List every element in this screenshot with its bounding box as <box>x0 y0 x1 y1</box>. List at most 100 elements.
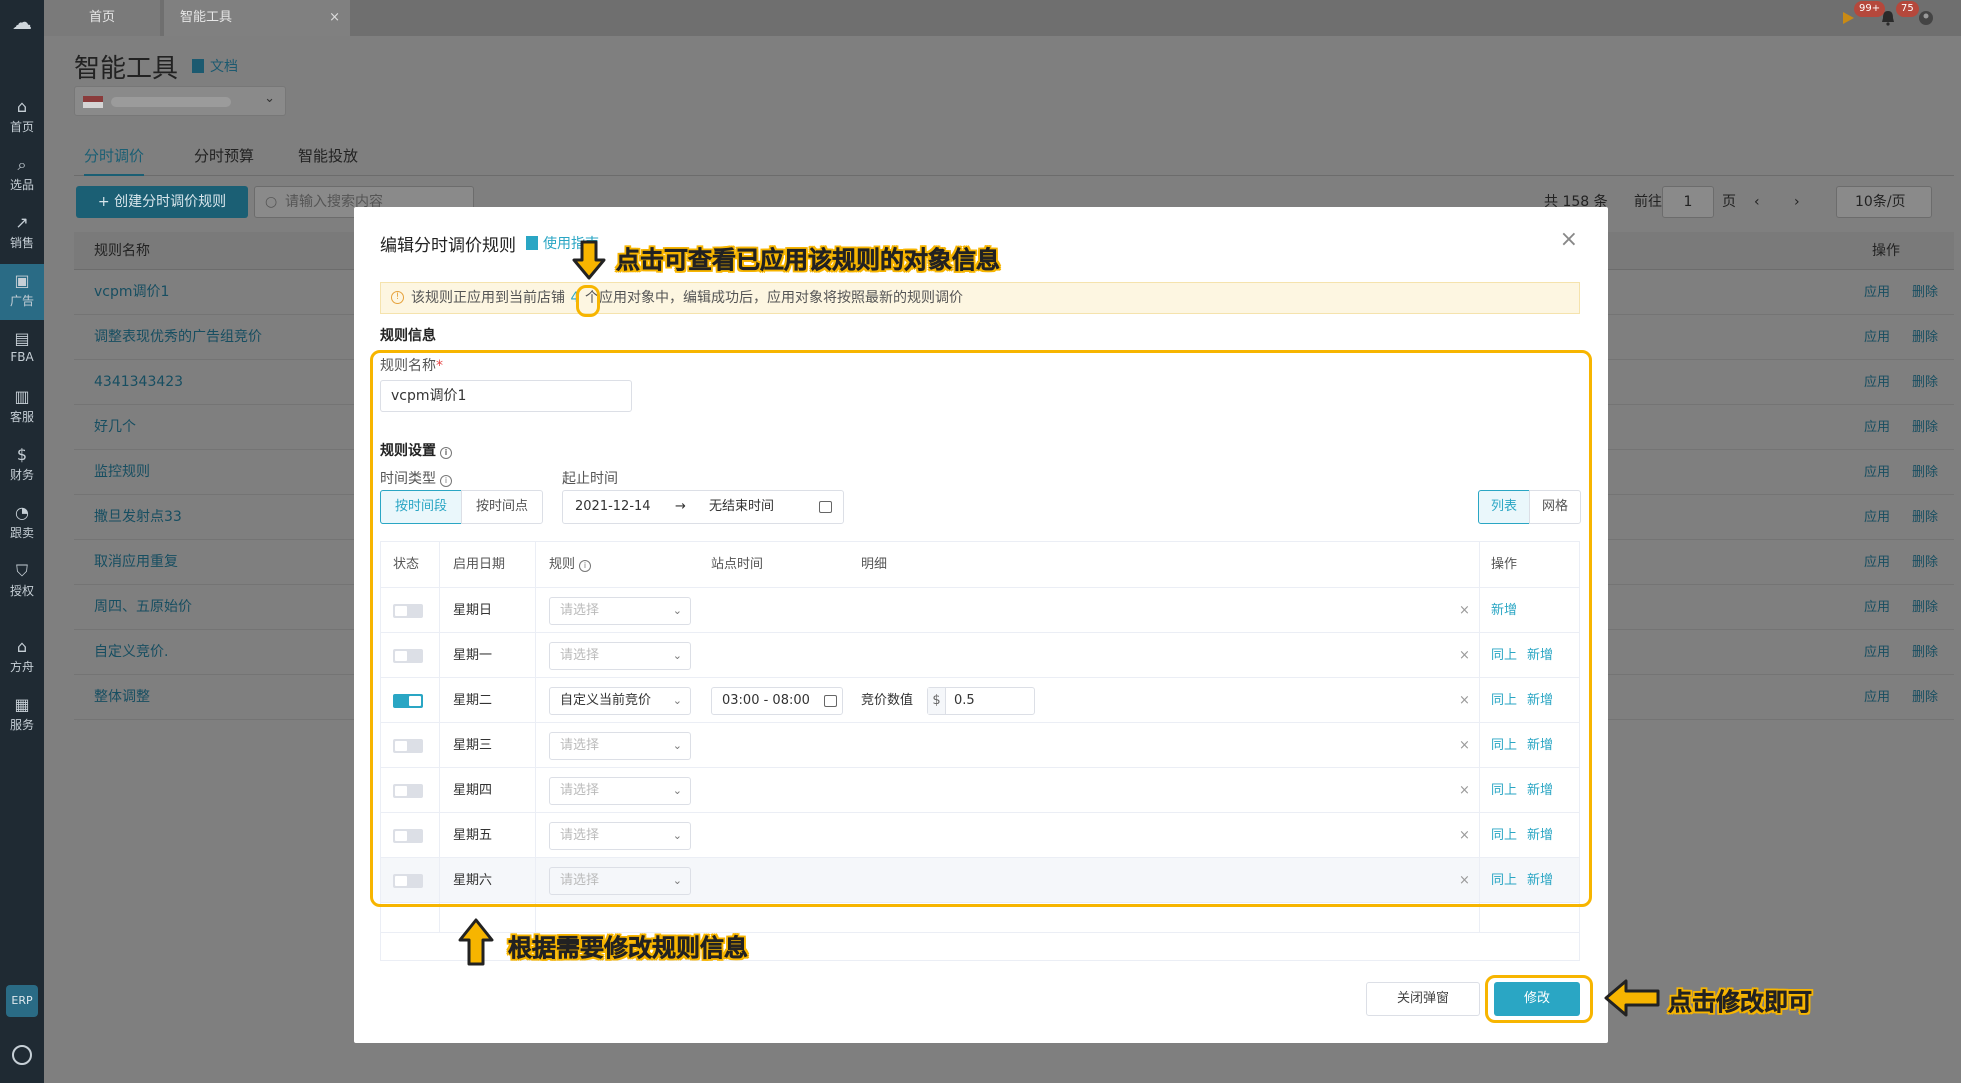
delete-link[interactable]: 删除 <box>1912 585 1938 630</box>
sidebar-item-3[interactable]: ▣ 广告 <box>0 264 44 320</box>
close-icon[interactable]: × <box>1560 229 1578 251</box>
sidebar-item-label: 跟卖 <box>9 526 34 540</box>
tab-smart-delivery[interactable]: 智能投放 <box>298 136 358 176</box>
book-icon <box>192 59 204 73</box>
sidebar-item-7[interactable]: ◔ 跟卖 <box>0 496 44 552</box>
rule-name-link[interactable]: 调整表现优秀的广告组竞价 <box>94 315 262 360</box>
delete-link[interactable]: 删除 <box>1912 495 1938 540</box>
sidebar-item-label: 服务 <box>9 718 34 732</box>
delete-link[interactable]: 删除 <box>1912 675 1938 720</box>
col-rule-name: 规则名称 <box>94 243 150 259</box>
sidebar-item-label: 选品 <box>9 178 34 192</box>
notice-text-before: 该规则正应用到当前店铺 <box>411 290 565 306</box>
arrow-left-icon <box>1604 979 1660 1017</box>
pager-size-select[interactable]: 10条/页 <box>1836 186 1932 218</box>
modify-highlight-box <box>1485 975 1593 1023</box>
sidebar-item-label: 授权 <box>9 584 34 598</box>
sidebar-item-label: 销售 <box>9 236 34 250</box>
ad-icon: ▣ <box>14 271 30 290</box>
rule-name-link[interactable]: 取消应用重复 <box>94 540 178 585</box>
annotation-right: 点击修改即可 <box>1668 988 1813 1017</box>
apply-notice: ! 该规则正应用到当前店铺 4 个应用对象中，编辑成功后，应用对象将按照最新的规则调… <box>380 282 1580 314</box>
store-name-blurred <box>111 97 231 107</box>
sidebar-item-6[interactable]: $ 财务 <box>0 438 44 494</box>
sidebar-item-label: FBA <box>10 350 34 364</box>
pager-next-icon[interactable]: › <box>1794 186 1800 218</box>
pager-page-input[interactable]: 1 <box>1662 186 1714 218</box>
rule-name-link[interactable]: vcpm调价1 <box>94 270 169 315</box>
delete-link[interactable]: 删除 <box>1912 540 1938 585</box>
sidebar-item-10[interactable]: ▦ 服务 <box>0 688 44 744</box>
sidebar-item-label: 广告 <box>9 294 34 308</box>
bell-icon[interactable] <box>1880 10 1896 26</box>
tab-smart-tools-label: 智能工具 <box>180 10 233 25</box>
rule-name-link[interactable]: 4341343423 <box>94 360 183 405</box>
doc-link[interactable]: 文档 <box>192 56 238 76</box>
rule-name-link[interactable]: 整体调整 <box>94 675 150 720</box>
rule-name-link[interactable]: 周四、五原始价 <box>94 585 192 630</box>
apply-link[interactable]: 应用 <box>1864 540 1890 585</box>
delete-link[interactable]: 删除 <box>1912 360 1938 405</box>
sidebar-item-2[interactable]: ↗ 销售 <box>0 206 44 262</box>
pager-goto-label: 前往 <box>1634 194 1662 210</box>
tab-time-budget[interactable]: 分时预算 <box>194 136 254 176</box>
rule-info-highlight-box <box>370 350 1592 907</box>
sidebar-item-5[interactable]: ▥ 客服 <box>0 380 44 436</box>
create-rule-button[interactable]: + 创建分时调价规则 <box>76 186 248 218</box>
tab-smart-tools[interactable]: 智能工具 × <box>164 0 350 36</box>
app-logo-icon[interactable]: ☁ <box>8 8 36 36</box>
box-icon: ▤ <box>14 329 30 348</box>
book-icon <box>526 236 538 250</box>
top-tab-bar: 首页 智能工具 × 99+ 75 <box>44 0 1961 36</box>
rule-name-link[interactable]: 监控规则 <box>94 450 150 495</box>
apply-link[interactable]: 应用 <box>1864 270 1890 315</box>
dollar-icon: $ <box>16 445 28 464</box>
settings-icon[interactable] <box>12 1045 32 1065</box>
rule-name-link[interactable]: 自定义竞价. <box>94 630 168 675</box>
apply-link[interactable]: 应用 <box>1864 405 1890 450</box>
apply-link[interactable]: 应用 <box>1864 315 1890 360</box>
pager-page-unit: 页 <box>1722 194 1736 210</box>
warning-icon: ! <box>391 291 404 304</box>
close-dialog-button[interactable]: 关闭弹窗 <box>1366 982 1480 1016</box>
erp-button[interactable]: ERP <box>6 985 38 1017</box>
store-select[interactable]: ⌄ <box>74 86 286 116</box>
doc-link-label: 文档 <box>210 59 238 75</box>
notice-text-after: 个应用对象中，编辑成功后，应用对象将按照最新的规则调价 <box>585 290 963 306</box>
apply-link[interactable]: 应用 <box>1864 360 1890 405</box>
close-icon[interactable]: × <box>329 0 340 36</box>
col-ops: 操作 <box>1872 243 1900 259</box>
sidebar-item-4[interactable]: ▤ FBA <box>0 322 44 378</box>
pager-prev-icon[interactable]: ‹ <box>1754 186 1760 218</box>
apply-link[interactable]: 应用 <box>1864 450 1890 495</box>
delete-link[interactable]: 删除 <box>1912 270 1938 315</box>
sidebar-item-9[interactable]: ⌂ 方舟 <box>0 630 44 686</box>
search-icon: ⌕ <box>17 155 27 174</box>
tab-time-pricing[interactable]: 分时调价 <box>84 136 145 176</box>
annotation-middle: 根据需要修改规则信息 <box>508 934 749 963</box>
tab-home[interactable]: 首页 <box>44 0 160 36</box>
page-tabs: 分时调价 分时预算 智能投放 <box>74 136 1954 176</box>
play-icon[interactable] <box>1840 10 1856 26</box>
apply-link[interactable]: 应用 <box>1864 495 1890 540</box>
delete-link[interactable]: 删除 <box>1912 450 1938 495</box>
sidebar-item-label: 客服 <box>9 410 34 424</box>
annotation-top: 点击可查看已应用该规则的对象信息 <box>616 246 1001 275</box>
chart-icon: ↗ <box>15 213 29 232</box>
page-title: 智能工具 <box>74 54 179 84</box>
apply-link[interactable]: 应用 <box>1864 585 1890 630</box>
sidebar-item-8[interactable]: ⛉ 授权 <box>0 554 44 610</box>
apply-link[interactable]: 应用 <box>1864 630 1890 675</box>
rule-name-link[interactable]: 好几个 <box>94 405 136 450</box>
apply-link[interactable]: 应用 <box>1864 675 1890 720</box>
delete-link[interactable]: 删除 <box>1912 630 1938 675</box>
delete-link[interactable]: 删除 <box>1912 405 1938 450</box>
rule-name-link[interactable]: 撒旦发射点33 <box>94 495 182 540</box>
left-sidebar: ☁ ⌂ 首页 ⌕ 选品 ↗ 销售 ▣ 广告 ▤ FBA ▥ 客服 $ 财务 ◔ 跟卖 ⛉ 授权 ⌂ 方舟 ▦ 服务 ERP <box>0 0 44 1083</box>
delete-link[interactable]: 删除 <box>1912 315 1938 360</box>
sidebar-item-label: 方舟 <box>9 660 34 674</box>
us-flag-icon <box>83 96 103 108</box>
sidebar-item-1[interactable]: ⌕ 选品 <box>0 148 44 204</box>
user-avatar-icon[interactable] <box>1918 10 1934 26</box>
sidebar-item-0[interactable]: ⌂ 首页 <box>0 90 44 146</box>
